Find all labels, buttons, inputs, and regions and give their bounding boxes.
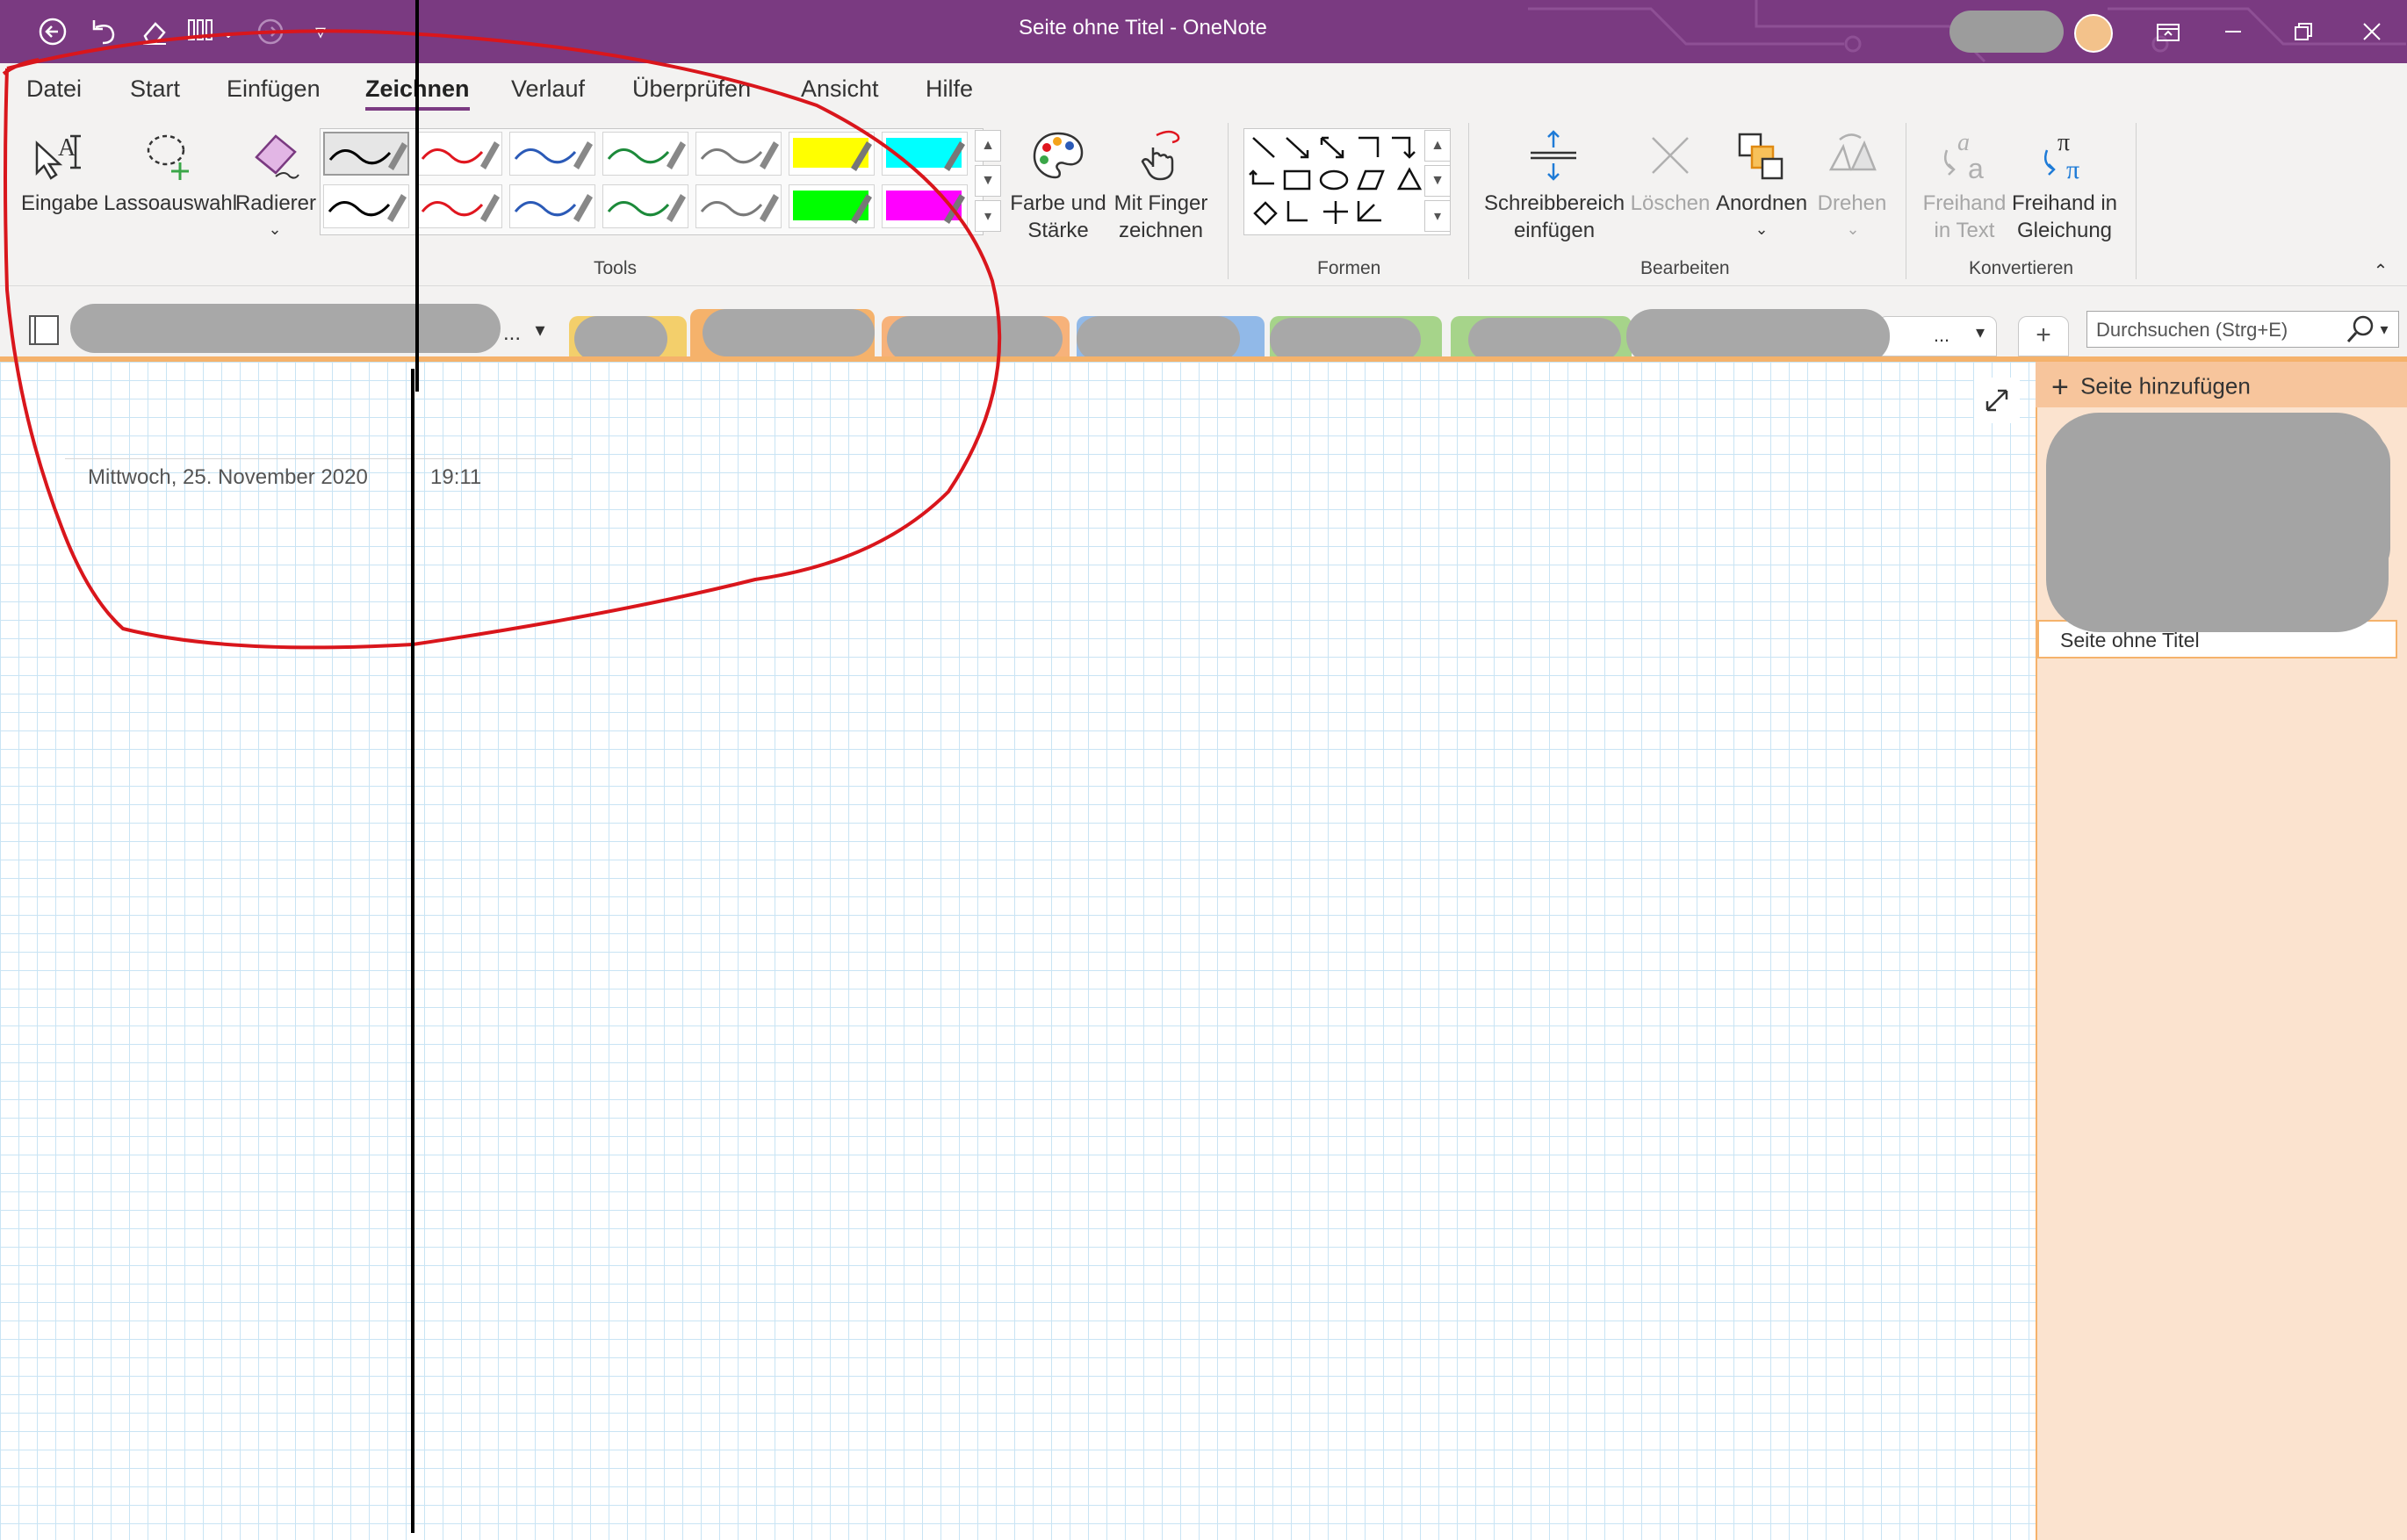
red-ink-stroke (4, 29, 1002, 650)
black-ink-stroke (411, 0, 419, 1533)
onenote-window: { "window":{"title":"Seite ohne Titel - … (0, 0, 2407, 1540)
ink-annotations (2, 0, 1002, 1533)
